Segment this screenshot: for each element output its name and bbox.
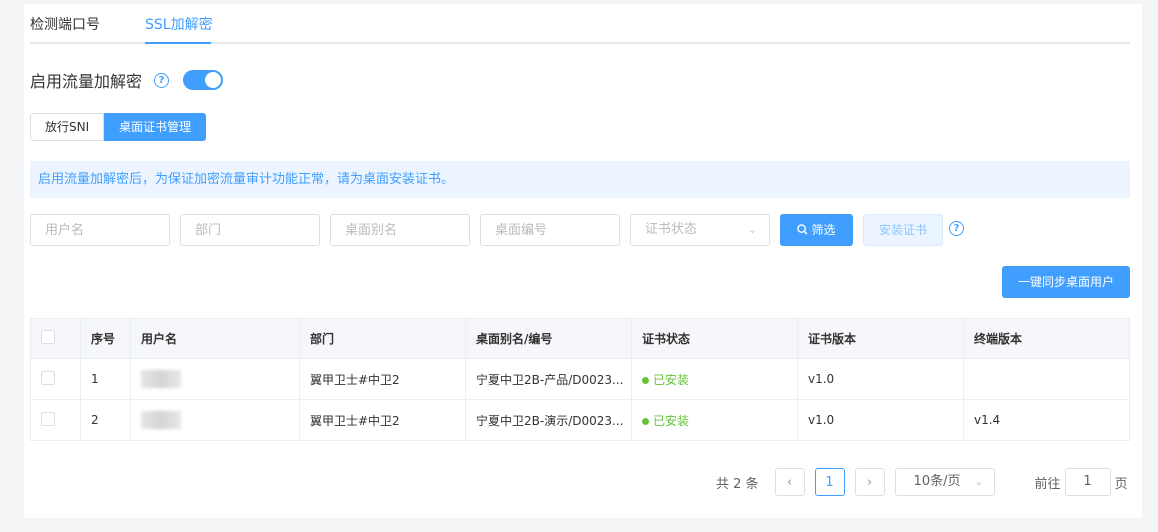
segment-control: 放行SNI 桌面证书管理 xyxy=(30,113,207,141)
status-text: 已安装 xyxy=(653,372,690,387)
row-checkbox[interactable] xyxy=(41,411,55,426)
tab-ssl-decryption[interactable]: SSL加解密 xyxy=(145,14,213,34)
row-desktop-alias: 宁夏中卫2B-演示/D0023... xyxy=(465,399,632,441)
desktop-alias-filter-input[interactable] xyxy=(330,214,470,246)
search-icon xyxy=(797,224,809,235)
row-cert-version: v1.0 xyxy=(797,399,964,441)
cert-status-placeholder: 证书状态 xyxy=(645,222,698,237)
segment-desktop-cert[interactable]: 桌面证书管理 xyxy=(104,113,207,141)
install-cert-button[interactable]: 安装证书 xyxy=(863,214,943,246)
help-icon[interactable]: ? xyxy=(154,72,170,88)
username-filter-input[interactable] xyxy=(30,214,170,246)
status-dot-icon xyxy=(642,417,649,425)
column-header: 用户名 xyxy=(130,318,300,359)
column-header: 终端版本 xyxy=(963,318,1130,359)
table-header-row: 序号 用户名 部门 桌面别名/编号 证书状态 证书版本 终端版本 xyxy=(30,318,1130,359)
row-select-cell xyxy=(30,399,81,441)
row-client-version: v1.4 xyxy=(963,399,1130,441)
page-size-value: 10条/页 xyxy=(913,474,961,489)
chevron-left-icon: ‹ xyxy=(786,474,793,490)
column-header: 证书版本 xyxy=(797,318,964,359)
help-icon[interactable]: ? xyxy=(949,221,964,236)
cert-table: 序号 用户名 部门 桌面别名/编号 证书状态 证书版本 终端版本 1 翼甲卫士#… xyxy=(30,318,1130,441)
column-header: 部门 xyxy=(299,318,466,359)
row-cert-status: 已安装 xyxy=(631,399,798,441)
goto-page-input[interactable]: 1 xyxy=(1064,468,1111,496)
table-row: 1 翼甲卫士#中卫2 宁夏中卫2B-产品/D0023... 已安装 v1.0 xyxy=(30,358,1130,400)
info-alert: 启用流量加解密后，为保证加密流量审计功能正常，请为桌面安装证书。 xyxy=(30,161,1130,198)
status-dot-icon xyxy=(642,376,649,384)
table-row: 2 翼甲卫士#中卫2 宁夏中卫2B-演示/D0023... 已安装 v1.0 v… xyxy=(30,399,1130,441)
goto-label: 前往 xyxy=(1034,476,1061,492)
select-all-checkbox[interactable] xyxy=(41,330,55,344)
next-page-button[interactable]: › xyxy=(854,468,885,496)
active-tab-indicator xyxy=(145,42,211,44)
row-department: 翼甲卫士#中卫2 xyxy=(299,399,466,441)
row-index: 1 xyxy=(80,358,131,400)
traffic-decrypt-toggle-row: 启用流量加解密 ? xyxy=(30,68,224,92)
row-client-version xyxy=(963,358,1130,400)
main-card: 检测端口号 SSL加解密 启用流量加解密 ? 放行SNI 桌面证书管理 启用流量… xyxy=(24,4,1142,518)
row-department: 翼甲卫士#中卫2 xyxy=(299,358,466,400)
page-size-select[interactable]: 10条/页 ⌄ xyxy=(894,468,995,496)
search-button-label: 筛选 xyxy=(811,223,836,237)
pagination: 共 2 条 ‹ 1 › 10条/页 ⌄ 前往 1 页 xyxy=(716,468,1128,496)
redacted-username xyxy=(141,370,181,388)
row-cert-status: 已安装 xyxy=(631,358,798,400)
column-header: 序号 xyxy=(80,318,131,359)
traffic-decrypt-switch[interactable] xyxy=(183,70,224,90)
chevron-right-icon: › xyxy=(866,474,873,490)
page-number-current[interactable]: 1 xyxy=(814,468,845,496)
total-count: 共 2 条 xyxy=(716,476,759,492)
row-desktop-alias: 宁夏中卫2B-产品/D0023... xyxy=(465,358,632,400)
row-select-cell xyxy=(30,358,81,400)
row-index: 2 xyxy=(80,399,131,441)
traffic-decrypt-label: 启用流量加解密 xyxy=(30,72,143,91)
row-cert-version: v1.0 xyxy=(797,358,964,400)
segment-allow-sni[interactable]: 放行SNI xyxy=(30,113,105,141)
row-username xyxy=(130,358,300,400)
tab-port-detection[interactable]: 检测端口号 xyxy=(30,14,100,34)
chevron-down-icon: ⌄ xyxy=(974,475,984,488)
tab-bar: 检测端口号 SSL加解密 xyxy=(30,4,1130,44)
select-all-cell xyxy=(30,318,81,359)
column-header: 证书状态 xyxy=(631,318,798,359)
switch-knob xyxy=(205,72,222,88)
status-text: 已安装 xyxy=(653,413,690,428)
row-checkbox[interactable] xyxy=(41,370,55,385)
cert-status-select[interactable]: 证书状态 ⌄ xyxy=(630,214,770,246)
desktop-number-filter-input[interactable] xyxy=(480,214,620,246)
prev-page-button[interactable]: ‹ xyxy=(774,468,805,496)
department-filter-input[interactable] xyxy=(180,214,320,246)
chevron-down-icon: ⌄ xyxy=(747,223,757,236)
search-button[interactable]: 筛选 xyxy=(780,214,853,246)
column-header: 桌面别名/编号 xyxy=(465,318,632,359)
row-username xyxy=(130,399,300,441)
sync-desktop-users-button[interactable]: 一键同步桌面用户 xyxy=(1002,266,1130,298)
page-suffix: 页 xyxy=(1114,476,1128,492)
redacted-username xyxy=(141,411,181,429)
